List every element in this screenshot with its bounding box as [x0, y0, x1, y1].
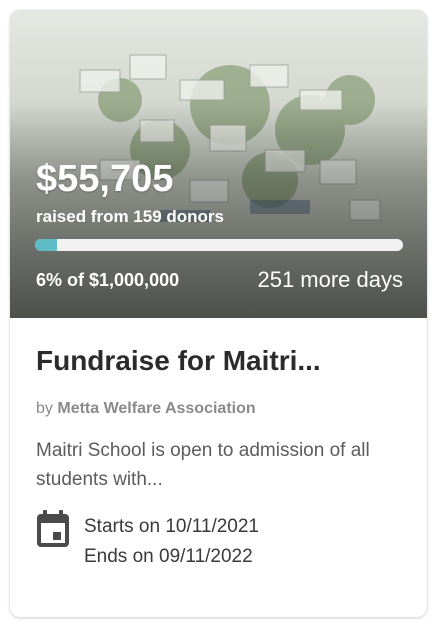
progress-bar	[35, 239, 403, 251]
start-date: Starts on 10/11/2021	[84, 516, 259, 537]
campaign-description: Maitri School is open to admission of al…	[36, 440, 370, 490]
amount-raised: $55,705	[36, 158, 174, 200]
campaign-card[interactable]: $55,705 raised from 159 donors 6% of $1,…	[10, 10, 427, 617]
byline-prefix: by	[36, 400, 53, 417]
days-remaining-text: 251 more days	[257, 267, 403, 292]
calendar-icon	[37, 510, 69, 547]
campaign-hero[interactable]: $55,705 raised from 159 donors 6% of $1,…	[10, 10, 427, 318]
campaign-title[interactable]: Fundraise for Maitri...	[36, 345, 321, 377]
progress-fill	[35, 239, 58, 251]
organizer-name[interactable]: Metta Welfare Association	[57, 400, 255, 417]
end-date: Ends on 09/11/2022	[84, 546, 253, 567]
donors-text: raised from 159 donors	[36, 207, 225, 226]
campaign-dates: Starts on 10/11/2021 Ends on 09/11/2022	[84, 512, 259, 572]
organizer-byline: by Metta Welfare Association	[36, 400, 256, 418]
goal-percent-text: 6% of $1,000,000	[36, 270, 180, 290]
